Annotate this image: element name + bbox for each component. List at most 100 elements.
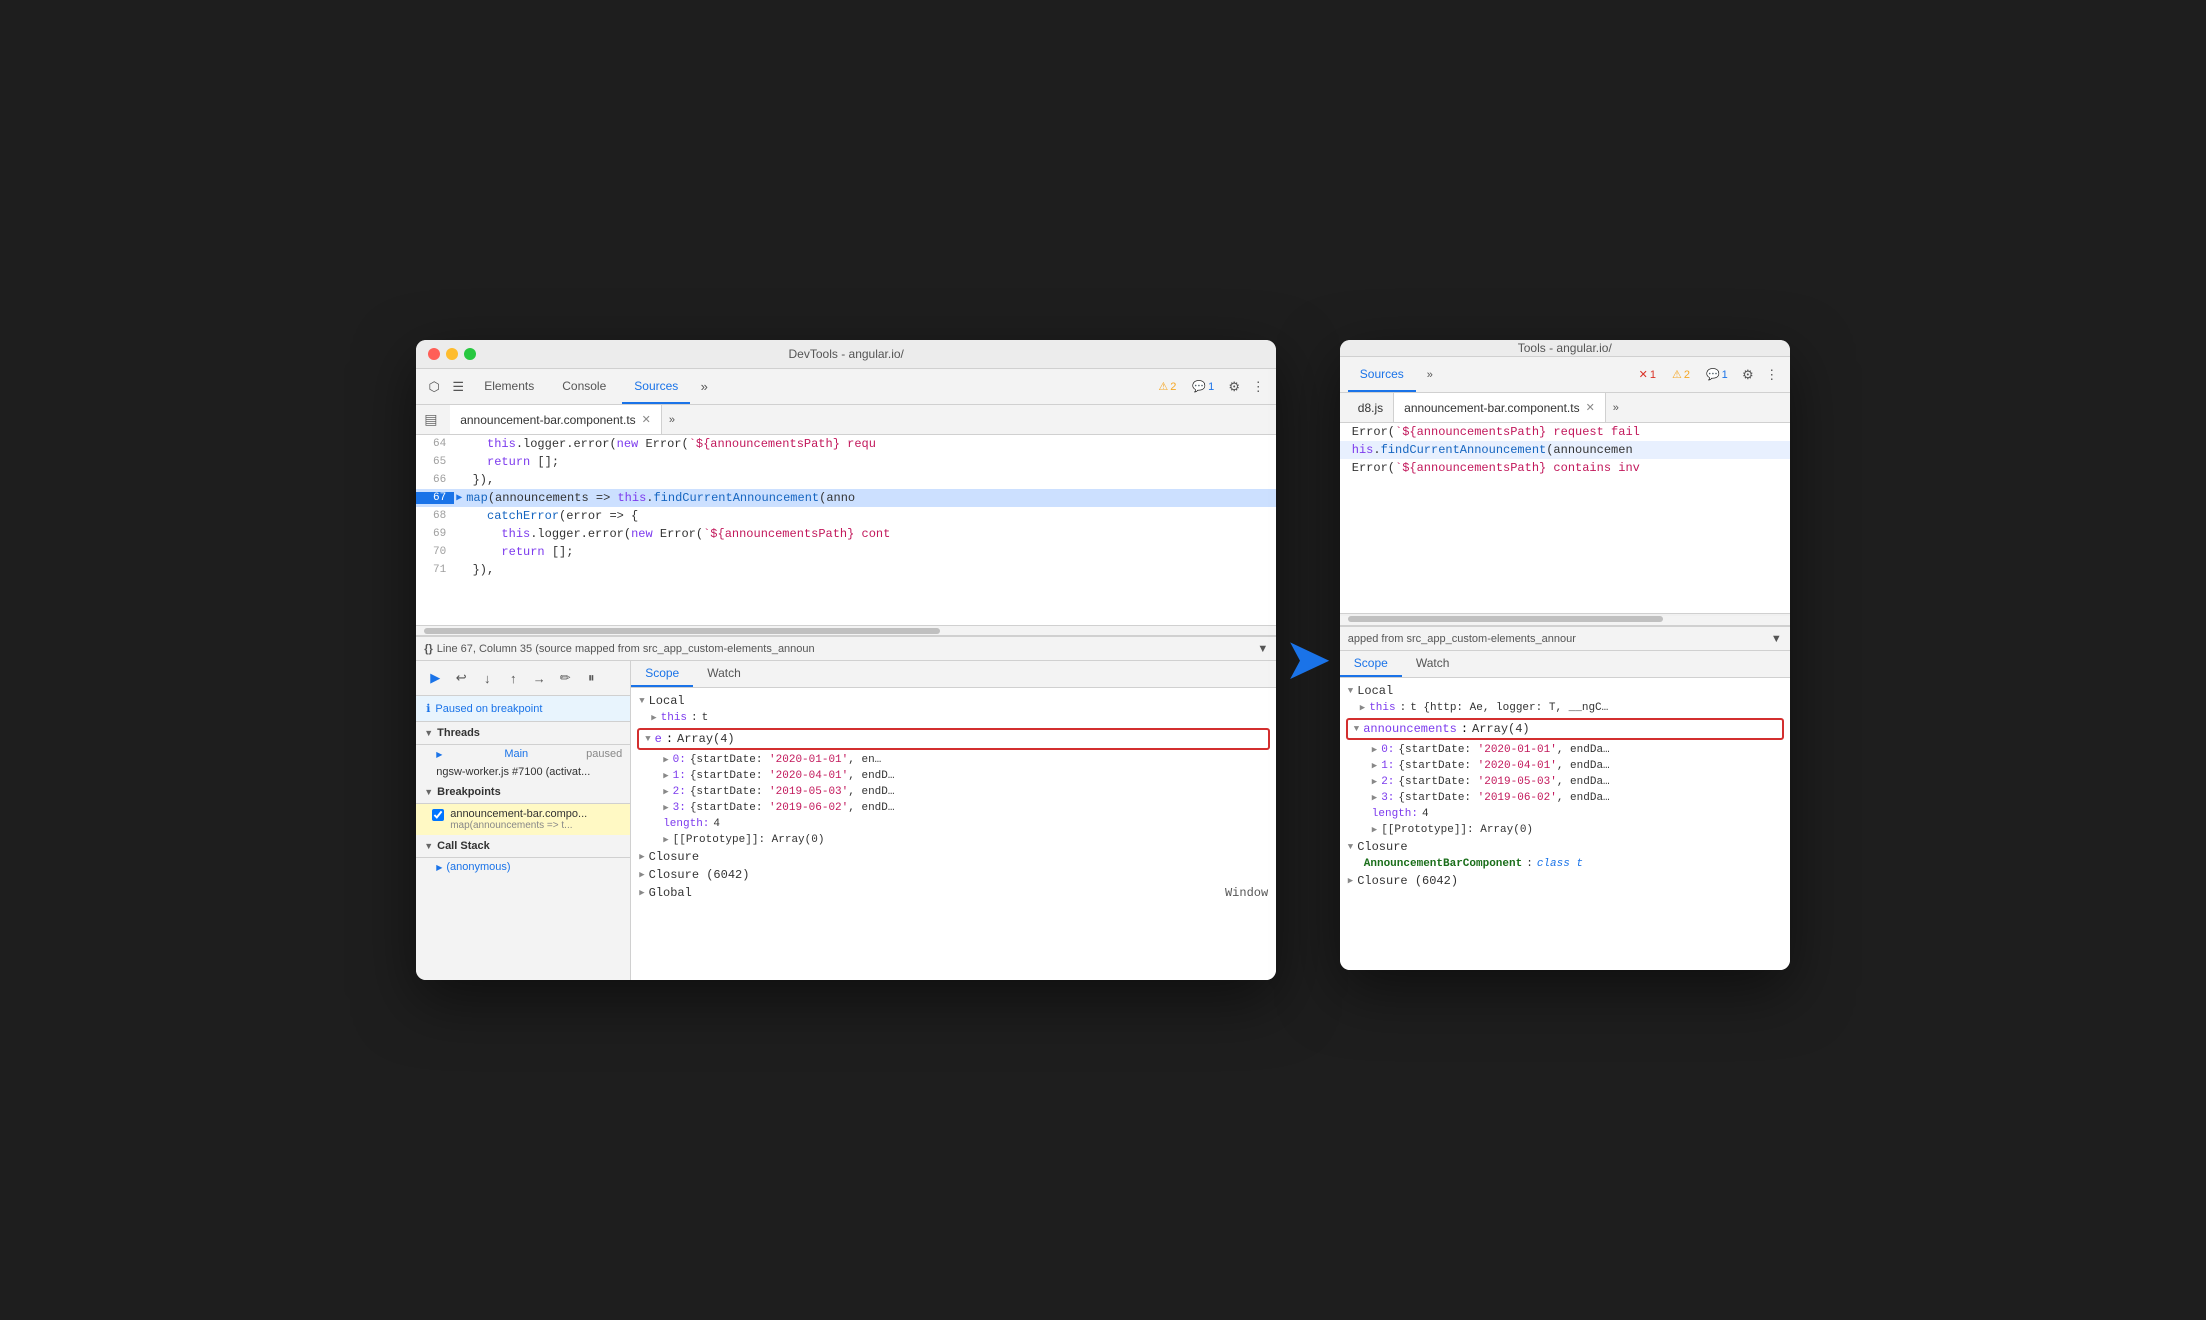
status-text-right: apped from src_app_custom-elements_annou… (1348, 633, 1576, 645)
devtools-toolbar-right: Sources » ✕ 1 ⚠ 2 💬 1 ⚙ ⋮ (1340, 357, 1790, 393)
file-tab-close-right[interactable]: ✕ (1586, 401, 1595, 414)
scope-this-left[interactable]: ▶ this: t (631, 710, 1276, 726)
right-line-code-2: his.findCurrentAnnouncement(announcemen (1348, 443, 1633, 457)
global-val-left: Window (1225, 886, 1268, 900)
settings-icon-right[interactable]: ⚙ (1738, 365, 1758, 385)
scope-arr-0-right[interactable]: ▶ 0: {startDate: '2020-01-01', endDa… (1340, 742, 1790, 758)
overflow-icon-right[interactable]: ▼ (1771, 633, 1782, 645)
scope-tab-watch-left[interactable]: Watch (693, 661, 755, 687)
closure6042-expand-left: ▶ (639, 870, 644, 880)
length-val-right: 4 (1422, 808, 1429, 820)
call-stack-item-0[interactable]: (anonymous) (416, 858, 630, 876)
this-expand-icon-left: ▶ (651, 713, 656, 723)
scope-arr-3-right[interactable]: ▶ 3: {startDate: '2019-06-02', endDa… (1340, 790, 1790, 806)
info-badge[interactable]: 💬 1 (1186, 378, 1220, 395)
breakpoints-section-header[interactable]: ▼ Breakpoints (416, 781, 630, 804)
breakpoint-item-0[interactable]: announcement-bar.compo... map(announceme… (416, 804, 630, 835)
thread-main[interactable]: Main paused (416, 745, 630, 763)
settings-icon[interactable]: ⚙ (1224, 377, 1244, 397)
overflow-icon-left[interactable]: ▼ (1257, 643, 1268, 655)
tab-sources[interactable]: Sources (622, 369, 690, 404)
sidebar-toggle-left[interactable]: ▤ (424, 411, 442, 429)
line-num-70: 70 (416, 546, 454, 558)
tab-elements[interactable]: Elements (472, 369, 546, 404)
info-badge-right[interactable]: 💬 1 (1700, 366, 1734, 383)
scope-closure6042-right[interactable]: ▶ Closure (6042) (1340, 872, 1790, 890)
step-into-btn[interactable]: ↓ (476, 667, 498, 689)
thread-worker[interactable]: ngsw-worker.js #7100 (activat... (416, 763, 630, 781)
scope-closure6042-left[interactable]: ▶ Closure (6042) (631, 866, 1276, 884)
more-icon-right[interactable]: ⋮ (1762, 365, 1782, 385)
line-code-68: catchError(error => { (454, 509, 638, 523)
arr0-expand-left: ▶ (663, 755, 668, 765)
scope-global-left[interactable]: ▶ Global Window (631, 884, 1276, 902)
class-val-right: class t (1537, 858, 1583, 870)
more-files-icon-right[interactable]: » (1606, 398, 1626, 418)
scope-prototype-right[interactable]: ▶ [[Prototype]]: Array(0) (1340, 822, 1790, 838)
scope-arr-2-left[interactable]: ▶ 2: {startDate: '2019-05-03', endD… (631, 784, 1276, 800)
resume-btn[interactable]: ▶ (424, 667, 446, 689)
code-line-71: 71 }), (416, 561, 1276, 579)
more-tabs-icon-right[interactable]: » (1420, 365, 1440, 385)
step-out-btn[interactable]: ↑ (502, 667, 524, 689)
local-expand-icon-left: ▼ (639, 696, 644, 706)
call-stack-section-header[interactable]: ▼ Call Stack (416, 835, 630, 858)
file-tab-component-right[interactable]: announcement-bar.component.ts ✕ (1394, 393, 1606, 422)
scope-arr-1-right[interactable]: ▶ 1: {startDate: '2020-04-01', endDa… (1340, 758, 1790, 774)
debug-area-right: Scope Watch ▼ Local ▶ this: t {http: Ae,… (1340, 650, 1790, 970)
scope-tab-scope-right[interactable]: Scope (1340, 651, 1402, 677)
scope-this-right[interactable]: ▶ this: t {http: Ae, logger: T, __ngC… (1340, 700, 1790, 716)
scope-length-left: length: 4 (631, 816, 1276, 832)
scope-announcement-class[interactable]: AnnouncementBarComponent: class t (1340, 856, 1790, 872)
step-over-btn[interactable]: ↩ (450, 667, 472, 689)
device-icon[interactable]: ☰ (448, 377, 468, 397)
file-tab-d8-right[interactable]: d8.js (1348, 393, 1394, 422)
error-badge-right[interactable]: ✕ 1 (1633, 366, 1662, 383)
more-tabs-icon[interactable]: » (694, 377, 714, 397)
scope-local-header-right[interactable]: ▼ Local (1340, 682, 1790, 700)
warning-badge[interactable]: ⚠ 2 (1152, 378, 1182, 395)
scope-arr-1-left[interactable]: ▶ 1: {startDate: '2020-04-01', endD… (631, 768, 1276, 784)
step-btn[interactable]: → (528, 667, 550, 689)
close-button[interactable] (428, 348, 440, 360)
tab-console[interactable]: Console (550, 369, 618, 404)
local-expand-icon-right: ▼ (1348, 686, 1353, 696)
scope-arr-3-left[interactable]: ▶ 3: {startDate: '2019-06-02', endD… (631, 800, 1276, 816)
threads-section-header[interactable]: ▼ Threads (416, 722, 630, 745)
code-scrollbar-right[interactable] (1340, 616, 1790, 626)
e-label-left: e (655, 732, 662, 746)
more-files-icon-left[interactable]: » (662, 410, 682, 430)
scope-prototype-left[interactable]: ▶ [[Prototype]]: Array(0) (631, 832, 1276, 848)
status-text-left: Line 67, Column 35 (source mapped from s… (437, 643, 815, 655)
file-tab-component-left[interactable]: announcement-bar.component.ts ✕ (450, 405, 662, 434)
right-code-line-3: Error(`${announcementsPath} contains inv (1340, 459, 1790, 477)
paused-text: Paused on breakpoint (435, 703, 542, 715)
file-tab-close-left[interactable]: ✕ (642, 413, 651, 426)
status-bar-right: apped from src_app_custom-elements_annou… (1340, 626, 1790, 650)
minimize-button[interactable] (446, 348, 458, 360)
scope-closure-left[interactable]: ▶ Closure (631, 848, 1276, 866)
maximize-button[interactable] (464, 348, 476, 360)
code-line-68: 68 catchError(error => { (416, 507, 1276, 525)
scope-announcements-right[interactable]: ▼ announcements: Array(4) (1346, 718, 1784, 740)
scope-local-header-left[interactable]: ▼ Local (631, 692, 1276, 710)
cursor-icon[interactable]: ⬡ (424, 377, 444, 397)
scope-closure-right[interactable]: ▼ Closure (1340, 838, 1790, 856)
scope-arr-2-right[interactable]: ▶ 2: {startDate: '2019-05-03', endDa… (1340, 774, 1790, 790)
code-scrollbar-left[interactable] (416, 626, 1276, 636)
left-main-area: 64 this.logger.error(new Error(`${announ… (416, 435, 1276, 980)
proto-expand-left: ▶ (663, 835, 668, 845)
deactivate-btn[interactable]: ✏ (554, 667, 576, 689)
scope-tab-watch-right[interactable]: Watch (1402, 651, 1464, 677)
pause-btn[interactable]: ⏸ (580, 667, 602, 689)
bp-checkbox-0[interactable] (432, 809, 444, 821)
code-line-65: 65 return []; (416, 453, 1276, 471)
more-icon[interactable]: ⋮ (1248, 377, 1268, 397)
scope-tab-scope-left[interactable]: Scope (631, 661, 693, 687)
scope-e-left[interactable]: ▼ e: Array(4) (637, 728, 1270, 750)
format-icon[interactable]: {} (424, 643, 433, 655)
warning-badge-right[interactable]: ⚠ 2 (1666, 366, 1696, 383)
scope-content-right: ▼ Local ▶ this: t {http: Ae, logger: T, … (1340, 678, 1790, 970)
scope-arr-0-left[interactable]: ▶ 0: {startDate: '2020-01-01', en… (631, 752, 1276, 768)
tab-sources-right[interactable]: Sources (1348, 357, 1416, 392)
